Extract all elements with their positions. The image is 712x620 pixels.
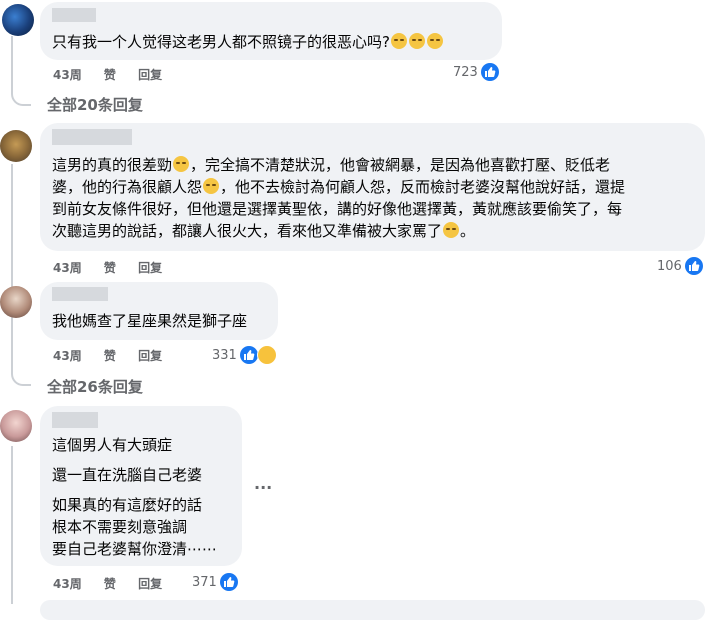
like-icon [480, 63, 499, 81]
comment-line: 要自己老婆幫你澄清⋯⋯ [52, 540, 218, 558]
like-button[interactable]: 赞 [104, 68, 116, 82]
thread-line [11, 446, 13, 604]
emoji-icon [203, 178, 220, 194]
like-button[interactable]: 赞 [104, 349, 116, 363]
reaction-count[interactable]: 723 [453, 63, 499, 81]
reply-button[interactable]: 回复 [138, 68, 162, 82]
avatar[interactable] [0, 130, 32, 162]
emoji-icon [408, 33, 425, 49]
commenter-name[interactable] [52, 129, 132, 145]
view-replies-button[interactable]: 全部20条回复 [47, 94, 143, 115]
reply-button[interactable]: 回复 [138, 577, 162, 591]
comment-bubble: 這個男人有大頭症 還一直在洗腦自己老婆 如果真的有這麼好的話 根本不需要刻意強調… [40, 406, 242, 566]
commenter-name[interactable] [52, 412, 98, 428]
comment-line: 這個男人有大頭症 [52, 436, 173, 454]
emoji-icon [426, 33, 443, 49]
like-button[interactable]: 赞 [104, 261, 116, 275]
reaction-count[interactable]: 331 [212, 345, 277, 365]
timestamp[interactable]: 43周 [53, 261, 82, 275]
thread-line [11, 370, 31, 386]
timestamp[interactable]: 43周 [53, 577, 82, 591]
thread-line [11, 36, 13, 92]
comment-line: 根本不需要刻意強調 [52, 518, 188, 536]
like-icon [684, 257, 703, 275]
reaction-count[interactable]: 371 [192, 573, 238, 591]
like-button[interactable]: 赞 [104, 577, 116, 591]
thread-line [11, 90, 31, 106]
comment-meta: 43周 赞 回复 [53, 66, 180, 83]
comment-text: 只有我一个人觉得这老男人都不照镜子的很恶心吗? [52, 31, 444, 53]
emoji-icon [390, 33, 407, 49]
reaction-count[interactable]: 106 [657, 257, 703, 275]
like-icon [219, 573, 238, 591]
like-count: 723 [453, 64, 478, 80]
comment-meta: 43周 赞 回复 [53, 347, 180, 364]
comment-text: 我他媽查了星座果然是獅子座 [52, 312, 248, 330]
timestamp[interactable]: 43周 [53, 349, 82, 363]
like-icon [239, 346, 258, 364]
emoji-icon [443, 222, 460, 238]
thread-line [11, 164, 13, 372]
haha-icon [256, 345, 277, 365]
comment-meta: 43周 赞 回复 [53, 575, 180, 592]
comment-bubble: 我他媽查了星座果然是獅子座 [40, 282, 278, 340]
like-count: 331 [212, 347, 237, 363]
avatar[interactable] [2, 4, 34, 36]
avatar[interactable] [0, 410, 32, 442]
comment-bubble: 只有我一个人觉得这老男人都不照镜子的很恶心吗? [40, 2, 502, 60]
comment-text: 這男的真的很差勁 ，完全搞不清楚狀況，他會被網暴，是因為他喜歡打壓、貶低老 婆，他… [52, 156, 626, 240]
more-icon[interactable]: ··· [254, 478, 272, 497]
reply-button[interactable]: 回复 [138, 349, 162, 363]
comment-bubble: 這男的真的很差勁 ，完全搞不清楚狀況，他會被網暴，是因為他喜歡打壓、貶低老 婆，他… [40, 123, 705, 251]
comment-line: 還一直在洗腦自己老婆 [52, 466, 203, 484]
comment-meta: 43周 赞 回复 [53, 259, 180, 276]
reply-button[interactable]: 回复 [138, 261, 162, 275]
timestamp[interactable]: 43周 [53, 68, 82, 82]
like-count: 371 [192, 574, 217, 590]
comment-line: 如果真的有這麼好的話 [52, 496, 203, 514]
commenter-name[interactable] [52, 8, 96, 22]
like-count: 106 [657, 258, 682, 274]
comment-bubble [40, 600, 705, 620]
avatar[interactable] [0, 286, 32, 318]
view-replies-button[interactable]: 全部26条回复 [47, 376, 143, 397]
commenter-name[interactable] [52, 287, 108, 301]
emoji-icon [173, 156, 190, 172]
